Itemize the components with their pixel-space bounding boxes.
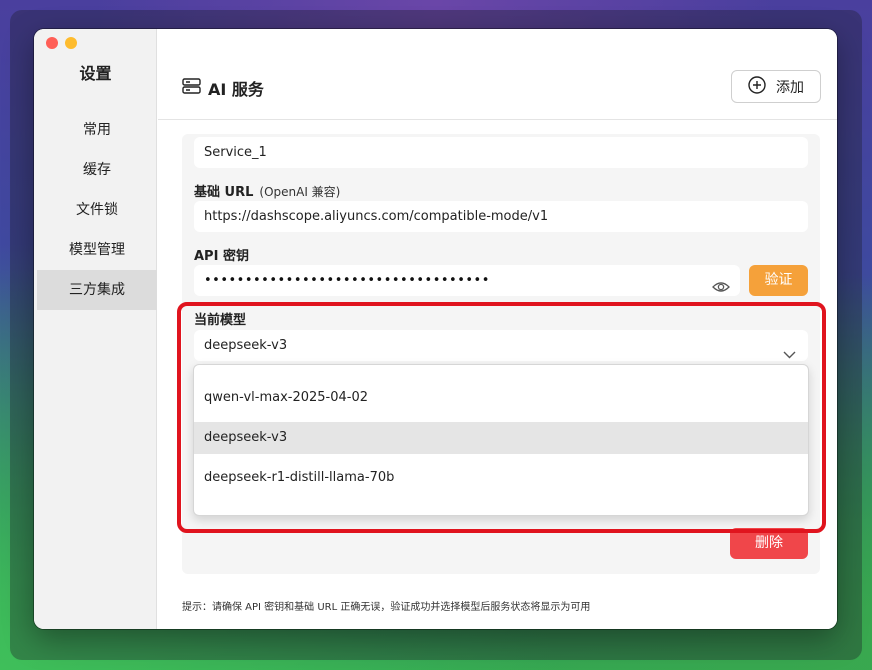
add-service-button[interactable]: 添加 [731, 70, 821, 103]
show-password-eye-icon[interactable] [712, 274, 730, 296]
model-dropdown-list[interactable]: · · · · qwen-vl-max-2025-04-02 deepseek-… [193, 364, 809, 516]
model-select-value: deepseek-v3 [204, 338, 288, 353]
service-card: Service_1 基础 URL (OpenAI 兼容) https://dash… [182, 134, 820, 574]
sidebar-item-cache[interactable]: 缓存 [37, 150, 157, 190]
delete-button[interactable]: 删除 [730, 528, 808, 559]
add-button-label: 添加 [776, 79, 804, 96]
model-option[interactable]: deepseek-r1-distill-llama-70b [194, 462, 808, 494]
close-window-button[interactable] [46, 37, 58, 49]
api-key-field[interactable]: ••••••••••••••••••••••••••••••••••• [194, 265, 740, 296]
base-url-label-text: 基础 URL [194, 185, 254, 200]
sidebar-title: 设置 [79, 64, 112, 83]
base-url-hint: (OpenAI 兼容) [259, 185, 341, 199]
window-controls [46, 37, 77, 49]
current-model-label: 当前模型 [194, 313, 247, 328]
list-item-partial-top: · · · · [194, 365, 808, 375]
base-url-label: 基础 URL (OpenAI 兼容) [194, 181, 340, 200]
sidebar-item-third-party-integration[interactable]: 三方集成 [37, 270, 157, 310]
page-title: AI 服务 [208, 80, 264, 99]
service-name-field[interactable]: Service_1 [194, 137, 808, 168]
hint-text: 提示：请确保 API 密钥和基础 URL 正确无误，验证成功并选择模型后服务状态… [182, 602, 591, 613]
sidebar-item-general[interactable]: 常用 [37, 110, 157, 150]
settings-window: 设置 常用 缓存 文件锁 模型管理 三方集成 AI 服务 添加 Service_… [34, 29, 837, 629]
sidebar-item-file-lock[interactable]: 文件锁 [37, 190, 157, 230]
plus-circle-icon [748, 75, 766, 98]
base-url-field[interactable]: https://dashscope.aliyuncs.com/compatibl… [194, 201, 808, 232]
verify-button[interactable]: 验证 [749, 265, 808, 296]
model-select[interactable]: deepseek-v3 [194, 330, 808, 361]
sidebar-item-model-management[interactable]: 模型管理 [37, 230, 157, 270]
main-panel: AI 服务 添加 Service_1 基础 URL (OpenAI 兼容) htt… [158, 29, 837, 629]
sidebar-nav: 常用 缓存 文件锁 模型管理 三方集成 [37, 110, 157, 310]
server-icon [182, 78, 201, 98]
sidebar: 设置 常用 缓存 文件锁 模型管理 三方集成 [34, 29, 157, 629]
model-option[interactable]: qwen-vl-max-2025-04-02 [194, 382, 808, 414]
minimize-window-button[interactable] [65, 37, 77, 49]
api-key-label: API 密钥 [194, 249, 249, 264]
model-option-selected[interactable]: deepseek-v3 [194, 422, 808, 454]
header: AI 服务 添加 [158, 29, 837, 120]
api-key-masked-value: ••••••••••••••••••••••••••••••••••• [204, 273, 490, 288]
